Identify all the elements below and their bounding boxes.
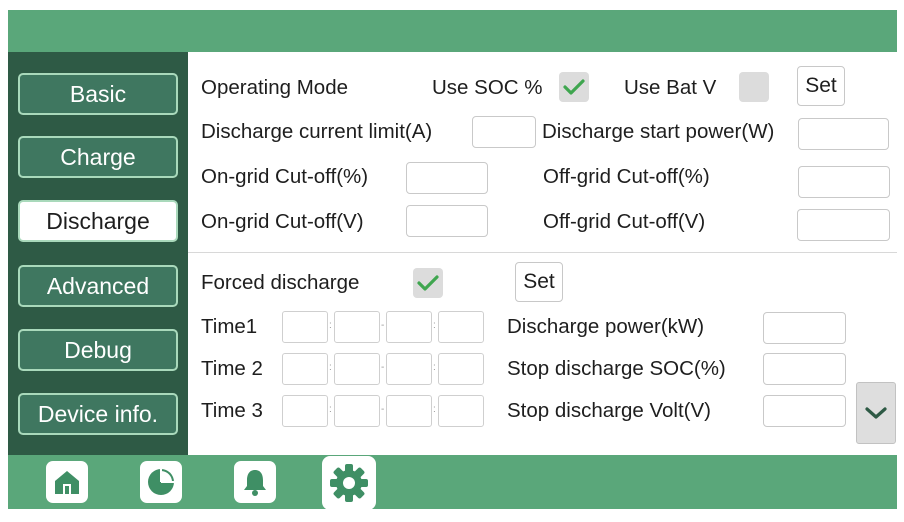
time2-end-hour[interactable]: [386, 353, 432, 385]
sidebar-item-discharge[interactable]: Discharge: [18, 200, 178, 242]
time3-start-minute[interactable]: [334, 395, 380, 427]
time-separator: :: [433, 320, 436, 331]
nav-home[interactable]: [46, 461, 88, 503]
sidebar-item-device-info[interactable]: Device info.: [18, 393, 178, 435]
on-grid-cutoff-v-label: On-grid Cut-off(V): [201, 210, 364, 233]
use-soc-checkbox[interactable]: [559, 72, 589, 102]
discharge-current-limit-label: Discharge current limit(A): [201, 120, 433, 143]
time1-end-minute[interactable]: [438, 311, 484, 343]
pie-chart-icon: [148, 469, 174, 495]
nav-settings[interactable]: [322, 456, 376, 510]
bell-icon: [244, 470, 266, 496]
time3-start-hour[interactable]: [282, 395, 328, 427]
discharge-power-input[interactable]: [763, 312, 846, 344]
time3-label: Time 3: [201, 399, 263, 422]
discharge-current-limit-input[interactable]: [472, 116, 536, 148]
time-separator: :: [329, 320, 332, 331]
time2-start-minute[interactable]: [334, 353, 380, 385]
stop-discharge-soc-input[interactable]: [763, 353, 846, 385]
settings-gear-icon: [330, 464, 368, 502]
stop-discharge-volt-input[interactable]: [763, 395, 846, 427]
off-grid-cutoff-pct-label: Off-grid Cut-off(%): [543, 165, 710, 188]
time-separator: :: [433, 404, 436, 415]
time-separator: :: [329, 362, 332, 373]
top-bar: [8, 10, 897, 52]
sidebar: Basic Charge Discharge Advanced Debug De…: [8, 52, 188, 455]
time2-label: Time 2: [201, 357, 263, 380]
forced-discharge-checkbox[interactable]: [413, 268, 443, 298]
check-icon: [563, 79, 585, 95]
time1-start-minute[interactable]: [334, 311, 380, 343]
off-grid-cutoff-pct-input[interactable]: [798, 166, 890, 198]
forced-discharge-set-button[interactable]: Set: [515, 262, 563, 302]
check-icon: [417, 275, 439, 291]
time-separator: :: [433, 362, 436, 373]
nav-statistics[interactable]: [140, 461, 182, 503]
on-grid-cutoff-pct-input[interactable]: [406, 162, 488, 194]
time2-start-hour[interactable]: [282, 353, 328, 385]
use-bat-v-label: Use Bat V: [624, 76, 717, 99]
nav-alarms[interactable]: [234, 461, 276, 503]
off-grid-cutoff-v-input[interactable]: [797, 209, 890, 241]
on-grid-cutoff-v-input[interactable]: [406, 205, 488, 237]
time-separator: -: [381, 320, 385, 331]
time-separator: -: [381, 362, 385, 373]
time-separator: :: [329, 404, 332, 415]
sidebar-item-debug[interactable]: Debug: [18, 329, 178, 371]
time-separator: -: [381, 404, 385, 415]
time1-label: Time1: [201, 315, 258, 338]
sidebar-item-charge[interactable]: Charge: [18, 136, 178, 178]
sidebar-item-basic[interactable]: Basic: [18, 73, 178, 115]
operating-mode-set-button[interactable]: Set: [797, 66, 845, 106]
stop-discharge-soc-label: Stop discharge SOC(%): [507, 357, 726, 380]
time1-start-hour[interactable]: [282, 311, 328, 343]
time3-end-minute[interactable]: [438, 395, 484, 427]
use-soc-label: Use SOC %: [432, 76, 543, 99]
discharge-power-label: Discharge power(kW): [507, 315, 705, 338]
time1-end-hour[interactable]: [386, 311, 432, 343]
sidebar-item-advanced[interactable]: Advanced: [18, 265, 178, 307]
time3-end-hour[interactable]: [386, 395, 432, 427]
discharge-start-power-label: Discharge start power(W): [542, 120, 775, 143]
scroll-down-button[interactable]: [856, 382, 896, 444]
off-grid-cutoff-v-label: Off-grid Cut-off(V): [543, 210, 706, 233]
home-icon: [55, 471, 79, 494]
discharge-start-power-input[interactable]: [798, 118, 889, 150]
operating-mode-label: Operating Mode: [201, 76, 349, 99]
chevron-down-icon: [865, 407, 887, 419]
use-bat-v-checkbox[interactable]: [739, 72, 769, 102]
time2-end-minute[interactable]: [438, 353, 484, 385]
forced-discharge-label: Forced discharge: [201, 271, 360, 294]
on-grid-cutoff-pct-label: On-grid Cut-off(%): [201, 165, 369, 188]
section-divider: [188, 252, 897, 253]
stop-discharge-volt-label: Stop discharge Volt(V): [507, 399, 711, 422]
